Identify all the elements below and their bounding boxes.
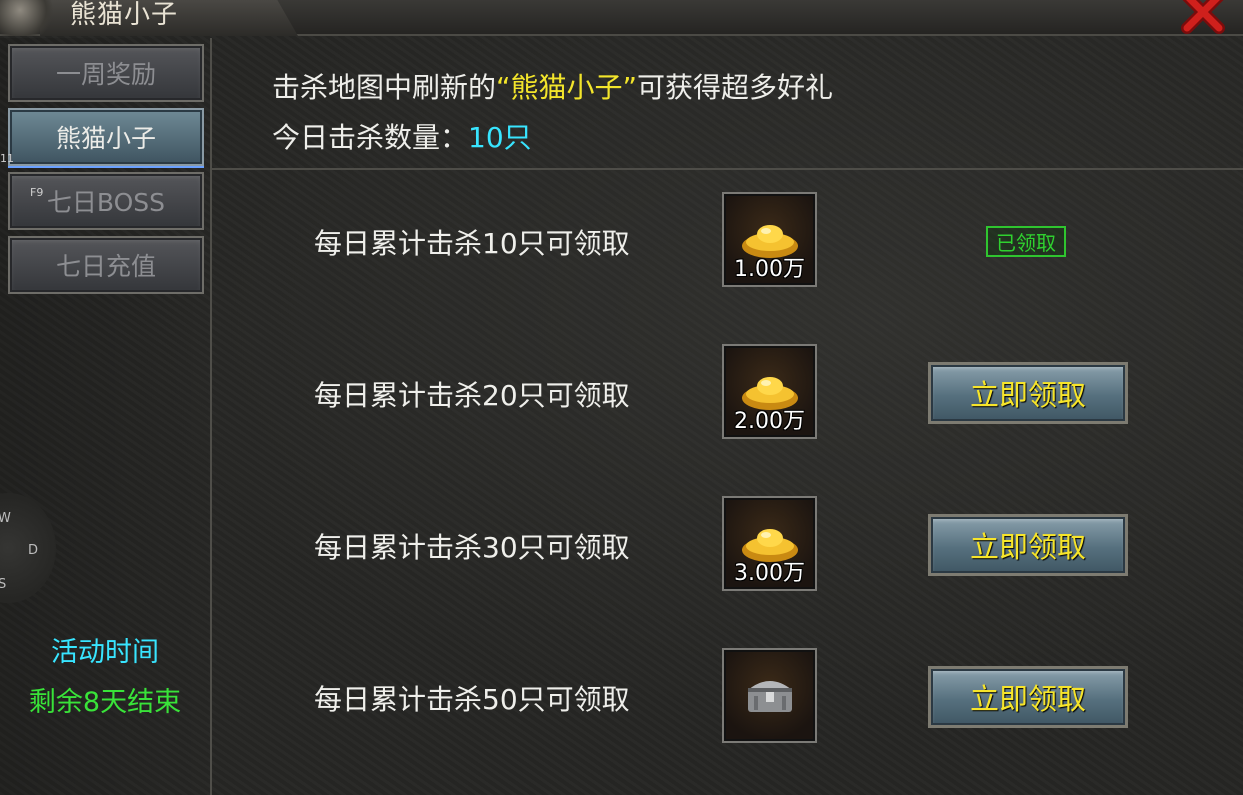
- kill-count-label: 今日击杀数量：: [272, 121, 469, 154]
- compass-s: S: [0, 577, 7, 592]
- hotkey-label: F9: [30, 186, 44, 199]
- sidebar: 一周奖励 熊猫小子 11 七日BOSS F9 七日充值 W D S 活动时间 剩…: [0, 38, 212, 795]
- reward-item-slot[interactable]: 1.00万: [722, 192, 817, 287]
- minimap-compass: W D S: [0, 493, 56, 603]
- monster-name: “熊猫小子”: [496, 71, 638, 104]
- close-x-icon: [1181, 0, 1225, 34]
- tab-label: 熊猫小子: [55, 124, 156, 153]
- reward-item-slot[interactable]: [722, 648, 817, 743]
- event-time-label: 活动时间: [51, 637, 159, 668]
- claim-now-button[interactable]: 立即领取: [928, 514, 1128, 576]
- event-time-remaining: 剩余8天结束: [28, 687, 182, 718]
- item-quantity: 3.00万: [734, 561, 805, 586]
- claim-now-button[interactable]: 立即领取: [928, 666, 1128, 728]
- reward-requirement: 每日累计击杀20只可领取: [314, 379, 630, 412]
- claim-now-button[interactable]: 立即领取: [928, 362, 1128, 424]
- event-description: 击杀地图中刷新的“熊猫小子”可获得超多好礼: [272, 66, 833, 106]
- description-suffix: 可获得超多好礼: [637, 71, 834, 104]
- tab-weekly-reward[interactable]: 一周奖励: [8, 44, 204, 102]
- description-prefix: 击杀地图中刷新的: [272, 71, 497, 104]
- kill-count-line: 今日击杀数量：10只: [272, 116, 532, 156]
- window-title: 熊猫小子: [70, 0, 179, 30]
- title-bar: 熊猫小子: [0, 0, 1243, 36]
- claimed-status-badge: 已领取: [986, 226, 1066, 257]
- treasure-chest-icon: [748, 681, 792, 712]
- compass-w: W: [0, 511, 11, 526]
- tab-seven-day-boss[interactable]: 七日BOSS: [8, 172, 204, 230]
- reward-item-slot[interactable]: 2.00万: [722, 344, 817, 439]
- item-quantity: 2.00万: [734, 409, 805, 434]
- hotkey-label: 11: [0, 152, 14, 165]
- reward-requirement: 每日累计击杀30只可领取: [314, 531, 630, 564]
- reward-requirement: 每日累计击杀50只可领取: [314, 683, 630, 716]
- kill-count-value: 10只: [468, 121, 532, 154]
- close-button[interactable]: [1179, 0, 1227, 34]
- tab-panda-kid[interactable]: 熊猫小子: [8, 108, 204, 166]
- event-panel: 熊猫小子 一周奖励 熊猫小子 11 七日BOSS F9 七日充值 W D S 活…: [0, 0, 1243, 795]
- divider: [212, 168, 1243, 170]
- tab-label: 一周奖励: [55, 60, 156, 89]
- reward-requirement: 每日累计击杀10只可领取: [314, 227, 630, 260]
- item-quantity: 1.00万: [734, 257, 805, 282]
- tab-seven-day-recharge[interactable]: 七日充值: [8, 236, 204, 294]
- dragon-ornament-icon: [0, 0, 60, 36]
- tab-label: 七日充值: [55, 252, 156, 281]
- tab-label: 七日BOSS: [46, 188, 166, 217]
- compass-d: D: [28, 543, 39, 558]
- reward-item-slot[interactable]: 3.00万: [722, 496, 817, 591]
